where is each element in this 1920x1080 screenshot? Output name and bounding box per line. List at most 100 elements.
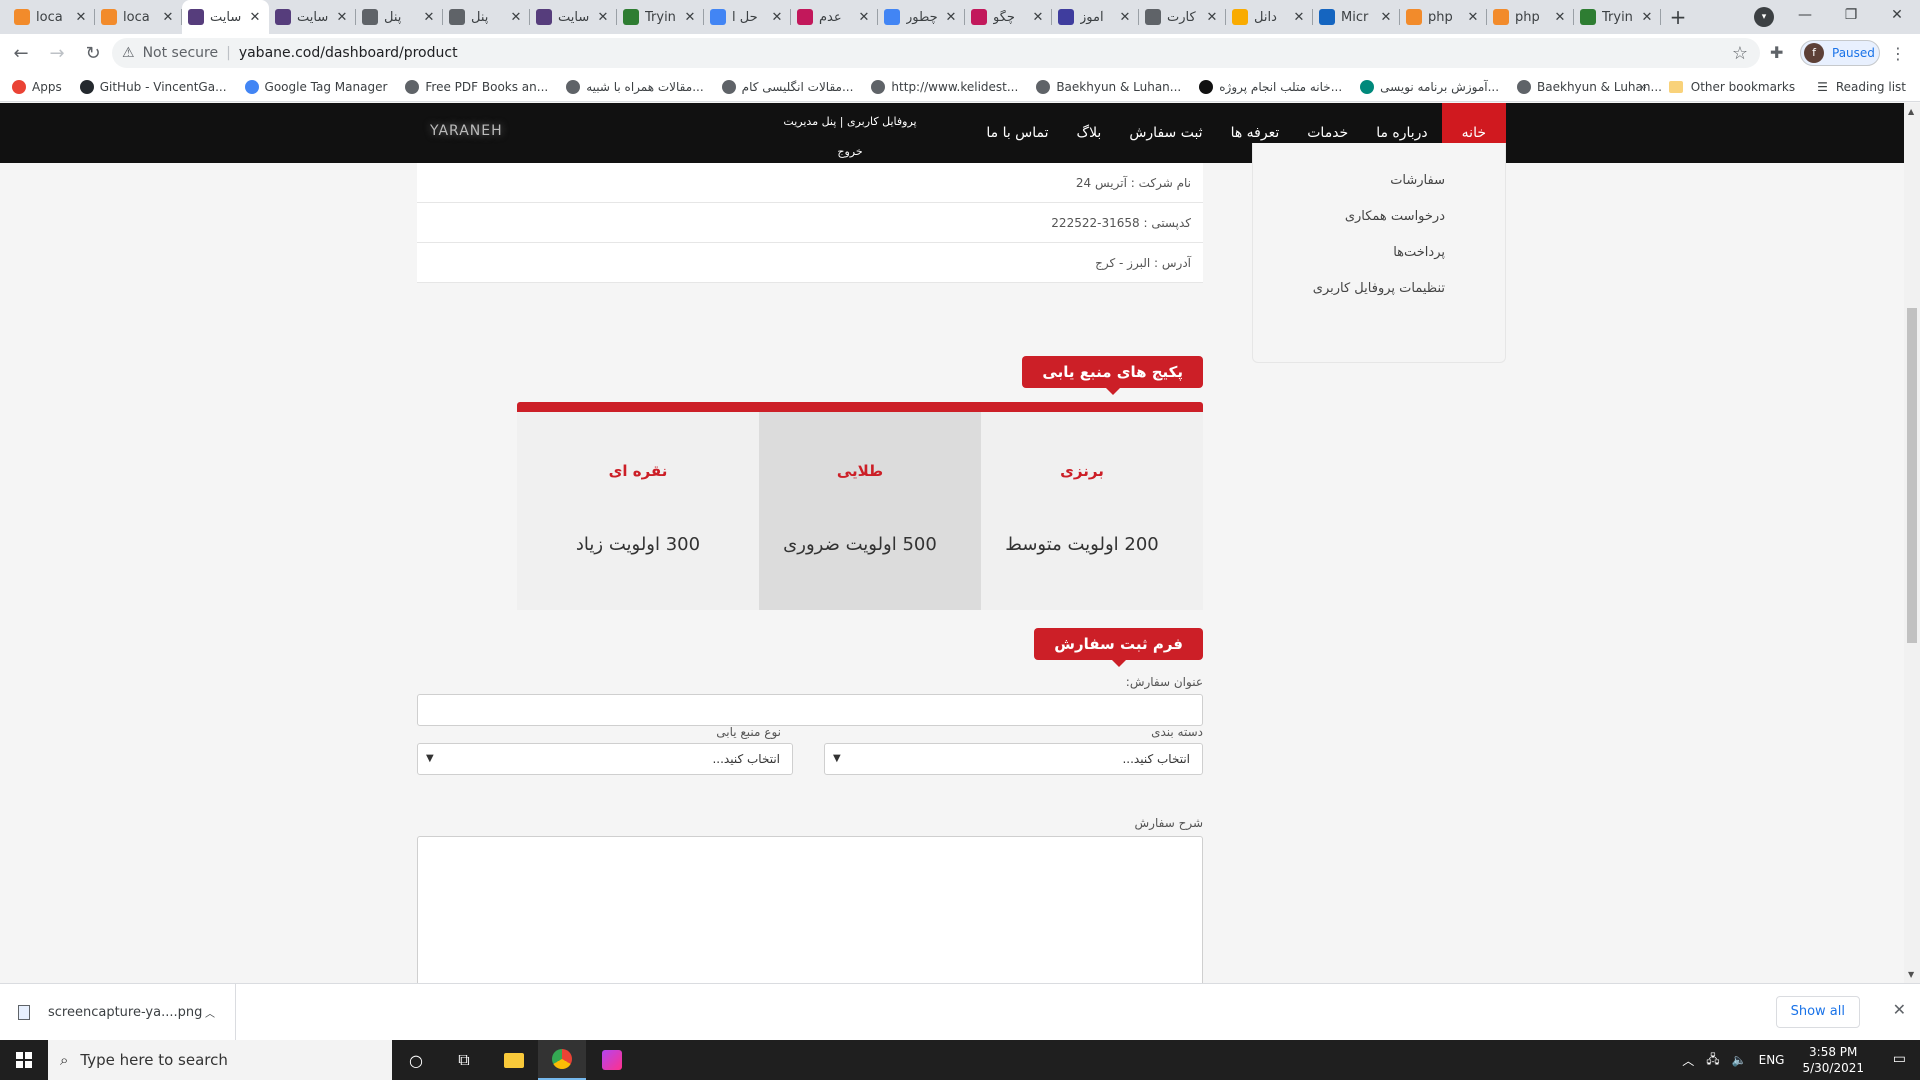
tab-18[interactable]: Tryin ✕ (1574, 0, 1661, 34)
close-shelf-icon[interactable]: ✕ (1893, 1000, 1906, 1019)
close-tab-icon[interactable]: ✕ (1378, 10, 1394, 25)
restore-icon[interactable]: ❐ (1828, 7, 1874, 23)
scroll-up-icon[interactable]: ▲ (1908, 107, 1914, 116)
task-view-icon[interactable]: ⧉ (440, 1040, 488, 1080)
tab-17[interactable]: php ✕ (1487, 0, 1574, 34)
extensions-icon[interactable]: ✚ (1770, 43, 1783, 62)
tab-1[interactable]: loca ✕ (95, 0, 182, 34)
tab-15[interactable]: Micr ✕ (1313, 0, 1400, 34)
bookmark-2[interactable]: Google Tag Manager (244, 79, 387, 94)
package-card-0[interactable]: برنزی 200 اولویت متوسط (961, 402, 1203, 610)
reload-icon[interactable]: ↻ (78, 38, 108, 68)
nav-item-4[interactable]: ثبت سفارش (1115, 103, 1216, 163)
bookmark-8[interactable]: خانه متلب انجام پروژه... (1199, 79, 1342, 94)
close-tab-icon[interactable]: ✕ (943, 10, 959, 25)
close-tab-icon[interactable]: ✕ (421, 10, 437, 25)
scroll-thumb[interactable] (1907, 308, 1917, 643)
tab-6[interactable]: سایت ✕ (530, 0, 617, 34)
chrome-icon[interactable] (538, 1040, 586, 1080)
back-icon[interactable]: ← (6, 38, 36, 68)
sidebar-item-payments[interactable]: پرداخت‌ها (1393, 245, 1445, 260)
notifications-icon[interactable]: ▭ (1893, 1051, 1906, 1067)
close-tab-icon[interactable]: ✕ (1030, 10, 1046, 25)
tab-3[interactable]: سایت ✕ (269, 0, 356, 34)
new-tab-button[interactable]: + (1661, 0, 1695, 34)
tab-10[interactable]: چطور ✕ (878, 0, 965, 34)
tab-13[interactable]: کارت ✕ (1139, 0, 1226, 34)
network-icon[interactable]: 🖧 (1706, 1050, 1719, 1071)
page-scrollbar[interactable]: ▲ ▼ (1904, 103, 1920, 983)
close-tab-icon[interactable]: ✕ (856, 10, 872, 25)
show-all-button[interactable]: Show all (1775, 996, 1860, 1028)
site-logo[interactable]: YARANEH (430, 123, 503, 139)
order-title-input[interactable] (417, 694, 1203, 726)
tray-overflow-icon[interactable]: ︿ (1682, 1052, 1694, 1069)
forward-icon[interactable]: → (42, 38, 72, 68)
file-explorer-icon[interactable] (490, 1040, 538, 1080)
address-bar[interactable]: ⚠ Not secure | yabane.cod/dashboard/prod… (112, 38, 1760, 68)
description-textarea[interactable] (417, 836, 1203, 983)
chevron-up-icon[interactable]: ︿ (205, 1005, 215, 1020)
close-tab-icon[interactable]: ✕ (595, 10, 611, 25)
tab-14[interactable]: دانل ✕ (1226, 0, 1313, 34)
bookmark-4[interactable]: مقالات همراه با شبیه... (566, 79, 704, 94)
start-button[interactable] (0, 1040, 48, 1080)
sidebar-item-cooperation[interactable]: درخواست همکاری (1345, 209, 1445, 224)
close-tab-icon[interactable]: ✕ (247, 10, 263, 25)
profile-button[interactable]: f Paused (1800, 40, 1880, 66)
other-bookmarks[interactable]: Other bookmarks (1668, 80, 1795, 94)
bookmark-9[interactable]: آموزش برنامه نویسی... (1360, 79, 1499, 94)
bookmark-star-icon[interactable]: ☆ (1732, 43, 1748, 64)
phpstorm-icon[interactable] (588, 1040, 636, 1080)
cortana-icon[interactable]: ○ (392, 1040, 440, 1080)
close-tab-icon[interactable]: ✕ (682, 10, 698, 25)
tab-search-icon[interactable]: ▾ (1754, 7, 1774, 27)
nav-item-6[interactable]: تماس با ما (972, 103, 1062, 163)
close-tab-icon[interactable]: ✕ (1465, 10, 1481, 25)
menu-icon[interactable]: ⋮ (1890, 44, 1906, 63)
taskbar-search[interactable]: ⌕ Type here to search (48, 1040, 392, 1080)
tab-9[interactable]: عدم ✕ (791, 0, 878, 34)
minimize-icon[interactable]: — (1782, 7, 1828, 23)
close-tab-icon[interactable]: ✕ (73, 10, 89, 25)
tab-2[interactable]: سایت ✕ (182, 0, 269, 34)
close-tab-icon[interactable]: ✕ (1204, 10, 1220, 25)
close-tab-icon[interactable]: ✕ (769, 10, 785, 25)
window-close-icon[interactable]: ✕ (1874, 7, 1920, 23)
volume-icon[interactable]: 🔈 (1732, 1053, 1747, 1067)
close-tab-icon[interactable]: ✕ (1117, 10, 1133, 25)
tab-4[interactable]: پنل ✕ (356, 0, 443, 34)
category-select[interactable]: انتخاب کنید... ▼ (824, 743, 1203, 775)
bookmark-7[interactable]: Baekhyun & Luhan... (1036, 79, 1181, 94)
bookmark-1[interactable]: GitHub - VincentGa... (79, 79, 227, 94)
bookmark-5[interactable]: مقالات انگلیسی کام... (721, 79, 853, 94)
bookmarks-overflow-icon[interactable]: » (1639, 80, 1646, 94)
download-item[interactable]: screencapture-ya....png ︿ (18, 984, 236, 1040)
package-card-2[interactable]: نقره ای 300 اولویت زیاد (517, 402, 759, 610)
bookmark-0[interactable]: Apps (12, 79, 62, 94)
nav-item-5[interactable]: بلاگ (1063, 103, 1116, 163)
package-card-1[interactable]: طلایی 500 اولویت ضروری (739, 402, 981, 610)
source-type-select[interactable]: انتخاب کنید... ▼ (417, 743, 793, 775)
sidebar-item-orders[interactable]: سفارشات (1390, 173, 1445, 188)
sidebar-item-profile-settings[interactable]: تنظیمات پروفایل کاربری (1313, 281, 1445, 296)
tab-12[interactable]: آموز ✕ (1052, 0, 1139, 34)
language-indicator[interactable]: ENG (1759, 1053, 1785, 1067)
close-tab-icon[interactable]: ✕ (1291, 10, 1307, 25)
tab-11[interactable]: چگو ✕ (965, 0, 1052, 34)
reading-list[interactable]: ☰ Reading list (1817, 80, 1906, 94)
clock[interactable]: 3:58 PM 5/30/2021 (1802, 1044, 1864, 1076)
profile-admin-link[interactable]: پروفایل کاربری | پنل مدیریت (780, 107, 920, 137)
tab-0[interactable]: loca ✕ (8, 0, 95, 34)
tab-16[interactable]: php ✕ (1400, 0, 1487, 34)
close-tab-icon[interactable]: ✕ (1552, 10, 1568, 25)
tab-8[interactable]: حل ا ✕ (704, 0, 791, 34)
close-tab-icon[interactable]: ✕ (508, 10, 524, 25)
tab-5[interactable]: پنل ✕ (443, 0, 530, 34)
bookmark-3[interactable]: Free PDF Books an... (405, 79, 548, 94)
tab-7[interactable]: Tryin ✕ (617, 0, 704, 34)
close-tab-icon[interactable]: ✕ (160, 10, 176, 25)
bookmark-6[interactable]: http://www.kelidest... (871, 79, 1018, 94)
close-tab-icon[interactable]: ✕ (334, 10, 350, 25)
scroll-down-icon[interactable]: ▼ (1908, 970, 1914, 979)
